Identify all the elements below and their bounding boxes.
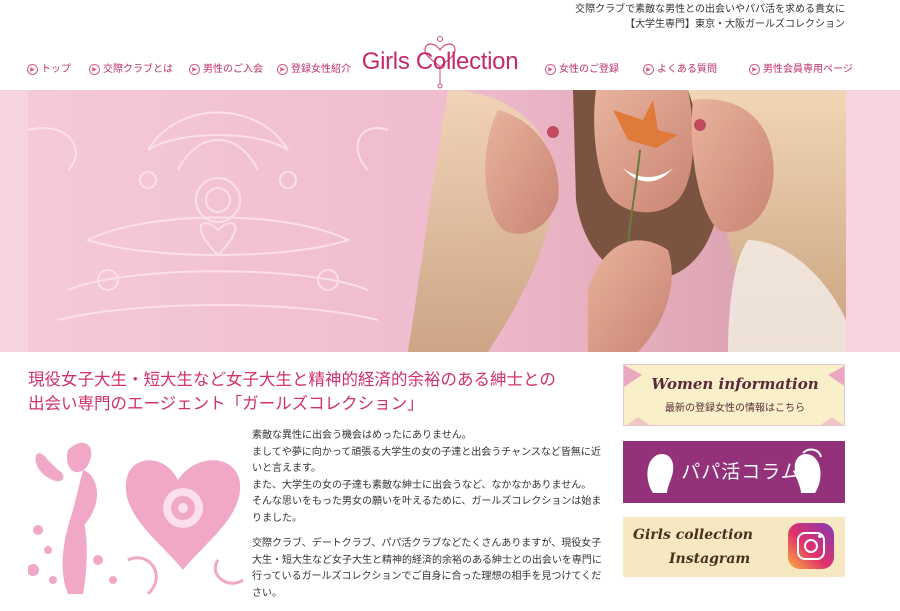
page-title: 現役女子大生・短大生など女子大生と精神的経済的余裕のある紳士との 出会い専門のエ… (28, 368, 618, 416)
tagline-line-2: 【大学生専門】東京・大阪ガールズコレクション (625, 19, 845, 30)
women-information-title: Women information (651, 375, 819, 393)
arrow-circle-icon: ▶ (27, 64, 38, 75)
arrow-circle-icon: ▶ (545, 64, 556, 75)
nav-women-register-label: 女性のご登録 (559, 64, 619, 75)
fairy-heart-icon (27, 442, 244, 596)
intro-paragraph-1: 素敵な異性に出会う機会はめったにありません。 ましてや夢に向かって頑張る大学生の… (252, 430, 602, 524)
hero-illustration (28, 90, 846, 352)
nav-faq-label: よくある質問 (657, 64, 717, 75)
papa-katsu-column-title: パパ活コラム (681, 461, 801, 483)
nav-top[interactable]: ▶ トップ (27, 60, 71, 75)
instagram-banner-title-line-2: Instagram (669, 551, 751, 567)
instagram-banner-title: Girls collection Instagram (633, 523, 753, 571)
nav-members-page-label: 男性会員専用ページ (763, 64, 853, 75)
nav-men-join[interactable]: ▶ 男性のご入会 (189, 60, 263, 75)
page-title-line-1: 現役女子大生・短大生など女子大生と精神的経済的余裕のある紳士との (28, 370, 556, 389)
arrow-circle-icon: ▶ (89, 64, 100, 75)
nav-men-join-label: 男性のご入会 (203, 64, 263, 75)
nav-about-club[interactable]: ▶ 交際クラブとは (89, 60, 173, 75)
nav-faq[interactable]: ▶ よくある質問 (643, 60, 717, 75)
nav-registered-women-label: 登録女性紹介 (291, 64, 351, 75)
papa-katsu-column-banner[interactable]: パパ活コラム (623, 441, 845, 503)
arrow-circle-icon: ▶ (277, 64, 288, 75)
nav-about-club-label: 交際クラブとは (103, 64, 173, 75)
nav-women-register[interactable]: ▶ 女性のご登録 (545, 60, 619, 75)
nav-registered-women[interactable]: ▶ 登録女性紹介 (277, 60, 351, 75)
instagram-banner-title-line-1: Girls collection (633, 527, 753, 543)
nav-members-page[interactable]: ▶ 男性会員専用ページ (749, 60, 853, 75)
nav-top-label: トップ (41, 64, 71, 75)
site-logo[interactable]: Girls Collection (355, 30, 525, 90)
women-information-banner[interactable]: Women information 最新の登録女性の情報はこちら (623, 364, 845, 426)
hero-image (28, 90, 846, 352)
arrow-circle-icon: ▶ (643, 64, 654, 75)
fairy-heart-decoration (27, 430, 248, 596)
logo-text: Girls Collection (361, 48, 519, 75)
arrow-circle-icon: ▶ (749, 64, 760, 75)
instagram-banner[interactable]: Girls collection Instagram (623, 517, 845, 577)
page-title-line-2: 出会い専門のエージェント「ガールズコレクション」 (28, 394, 424, 413)
arrow-circle-icon: ▶ (189, 64, 200, 75)
tagline-line-1: 交際クラブで素敵な男性との出会いやパパ活を求める貴女に (575, 4, 845, 15)
instagram-icon (788, 523, 834, 569)
women-information-subtitle: 最新の登録女性の情報はこちら (665, 403, 805, 414)
intro-text: 素敵な異性に出会う機会はめったにありません。 ましてや夢に向かって頑張る大学生の… (252, 428, 604, 611)
site-tagline: 交際クラブで素敵な男性との出会いやパパ活を求める貴女に 【大学生専門】東京・大阪… (575, 2, 845, 32)
intro-paragraph-2: 交際クラブ、デートクラブ、パパ活クラブなどたくさんありますが、現役女子大生・短大… (252, 538, 602, 599)
